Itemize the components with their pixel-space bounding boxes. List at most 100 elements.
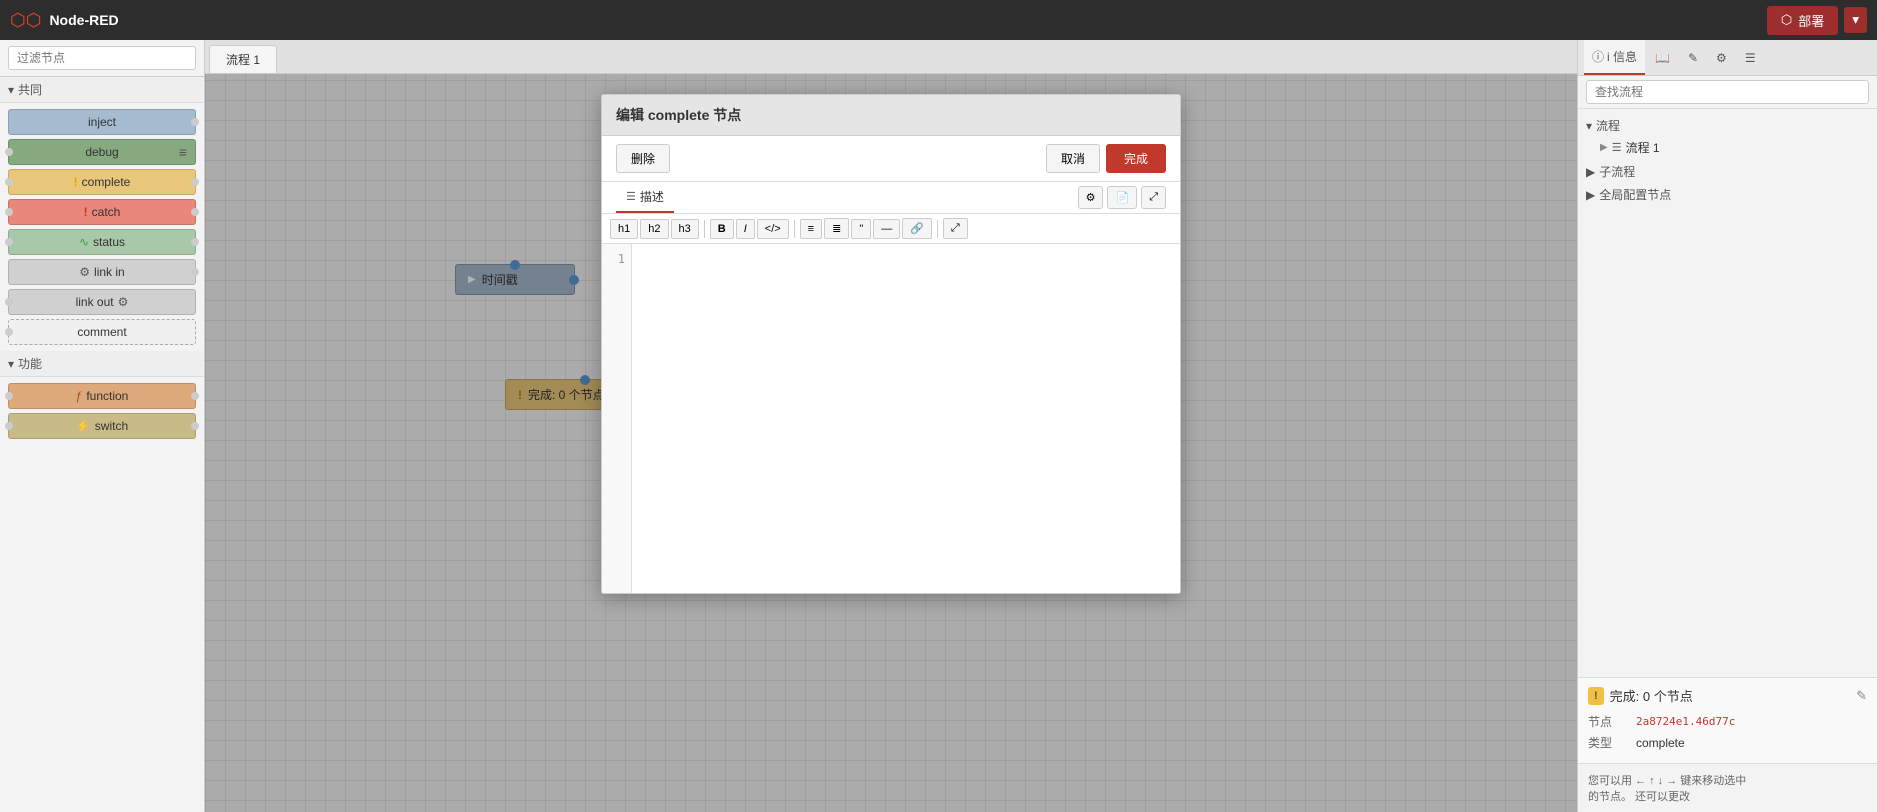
canvas-area[interactable]: 流程 1 ▶ 时间戳 ! 完成: 0 个节点 编辑 (205, 40, 1577, 812)
tree-flow1-label: 流程 1 (1626, 139, 1660, 156)
port-right-icon (191, 268, 199, 276)
gear-icon: ⚙ (1716, 51, 1727, 65)
port-left-icon (5, 298, 13, 306)
palette-node-link-in[interactable]: ⚙ link in (8, 259, 196, 285)
right-tab-info[interactable]: ⓘ i 信息 (1584, 40, 1645, 75)
editor-textarea[interactable] (632, 244, 1180, 593)
info-node-id-value: 2a8724e1.46d77c (1636, 715, 1735, 728)
category-common[interactable]: ▾ 共同 (0, 77, 204, 103)
tree-item-flow1[interactable]: ▶ ☰ 流程 1 (1578, 136, 1877, 159)
right-panel-search (1578, 76, 1877, 109)
node-debug-label: debug (85, 145, 118, 159)
toolbar-bold-button[interactable]: B (710, 219, 734, 239)
flow-icon: ☰ (1612, 141, 1622, 154)
document-icon: ☰ (626, 190, 636, 203)
complete-warning-icon: ! (74, 175, 78, 189)
tree-arrow-global: ▶ (1586, 188, 1595, 202)
right-panel-tree: ▾ 流程 ▶ ☰ 流程 1 ▶ 子流程 ▶ 全局配置节点 (1578, 109, 1877, 677)
palette-node-debug[interactable]: debug ≡ (8, 139, 196, 165)
node-status-label: status (93, 235, 125, 249)
info-type-label: 类型 (1588, 734, 1628, 751)
topbar: ⬡⬡ Node-RED ⬡ 部署 ▾ (0, 0, 1877, 40)
palette-node-switch[interactable]: ⚡ switch (8, 413, 196, 439)
right-tab-gear[interactable]: ⚙ (1708, 43, 1735, 73)
node-inject-label: inject (88, 115, 116, 129)
tab-flow1[interactable]: 流程 1 (209, 45, 277, 73)
dialog-tab-describe-label: 描述 (640, 188, 664, 205)
toolbar-hr-button[interactable]: — (873, 219, 900, 239)
port-right-icon (191, 178, 199, 186)
toolbar-ol-button[interactable]: ≣ (824, 218, 849, 239)
toolbar-quote-button[interactable]: " (851, 219, 871, 239)
book-icon: 📖 (1655, 51, 1670, 65)
category-function[interactable]: ▾ 功能 (0, 351, 204, 377)
settings-gear-button[interactable]: ⚙ (1078, 186, 1104, 209)
function-icon: ƒ (76, 389, 83, 403)
right-panel-tabs: ⓘ i 信息 📖 ✎ ⚙ ☰ (1578, 40, 1877, 76)
toolbar-code-button[interactable]: </> (757, 219, 789, 239)
delete-button[interactable]: 删除 (616, 144, 670, 173)
chevron-down-icon: ▾ (1852, 12, 1859, 27)
settings-doc-button[interactable]: 📄 (1107, 186, 1137, 209)
status-wave-icon: ∿ (79, 235, 89, 249)
deploy-button[interactable]: ⬡ 部署 (1767, 6, 1838, 35)
deploy-dropdown-button[interactable]: ▾ (1844, 7, 1867, 33)
dialog-tab-describe[interactable]: ☰ 描述 (616, 182, 674, 213)
node-link-in-label: link in (94, 265, 125, 279)
settings-expand-button[interactable]: ⤢ (1141, 186, 1166, 209)
toolbar-h2-button[interactable]: h2 (640, 219, 668, 239)
palette-node-link-out[interactable]: link out ⚙ (8, 289, 196, 315)
cancel-button[interactable]: 取消 (1046, 144, 1100, 173)
port-left-icon (5, 148, 13, 156)
palette-node-complete[interactable]: ! complete (8, 169, 196, 195)
node-switch-label: switch (95, 419, 128, 433)
dialog-title: 编辑 complete 节点 (616, 105, 741, 125)
info-icon: ⓘ (1592, 48, 1604, 65)
right-tab-list[interactable]: ☰ (1737, 43, 1764, 73)
tab-bar: 流程 1 (205, 40, 1577, 74)
toolbar-h3-button[interactable]: h3 (671, 219, 699, 239)
category-common-label: 共同 (18, 81, 42, 98)
complete-button[interactable]: 完成 (1106, 144, 1166, 173)
info-node-badge: ! (1588, 687, 1604, 705)
tree-section-subflows[interactable]: ▶ 子流程 (1578, 159, 1877, 182)
app-title: Node-RED (49, 12, 118, 28)
palette-node-inject[interactable]: inject (8, 109, 196, 135)
tree-section-flows[interactable]: ▾ 流程 (1578, 113, 1877, 136)
node-comment-label: comment (77, 325, 126, 339)
toolbar-ul-button[interactable]: ≡ (800, 219, 822, 239)
right-tab-info-label: i 信息 (1607, 48, 1637, 65)
toolbar-link-button[interactable]: 🔗 (902, 218, 932, 239)
palette-search-input[interactable] (8, 46, 196, 70)
tree-arrow-flow1: ▶ (1600, 142, 1608, 153)
pencil-icon: ✎ (1688, 51, 1698, 65)
category-function-nodes: ƒ function ⚡ switch (0, 377, 204, 445)
right-bottom: 您可以用 ← ↑ ↓ → 键来移动选中 的节点。 还可以更改 (1578, 763, 1877, 812)
right-info-panel: ! 完成: 0 个节点 ✎ 节点 2a8724e1.46d77c 类型 comp… (1578, 677, 1877, 763)
right-panel-search-input[interactable] (1586, 80, 1869, 104)
toolbar-italic-button[interactable]: I (736, 219, 755, 239)
tree-arrow-flows: ▾ (1586, 119, 1592, 133)
tree-section-global[interactable]: ▶ 全局配置节点 (1578, 182, 1877, 205)
palette-node-function[interactable]: ƒ function (8, 383, 196, 409)
toolbar-h1-button[interactable]: h1 (610, 219, 638, 239)
palette-node-comment[interactable]: comment (8, 319, 196, 345)
info-edit-icon[interactable]: ✎ (1856, 688, 1867, 704)
right-tab-pencil[interactable]: ✎ (1680, 43, 1706, 73)
link-out-icon: ⚙ (118, 295, 129, 309)
info-type-value: complete (1636, 736, 1685, 750)
chevron-down-icon: ▾ (8, 83, 14, 97)
debug-icon: ≡ (179, 144, 187, 160)
chevron-down-icon: ▾ (8, 357, 14, 371)
port-right-icon (191, 208, 199, 216)
deploy-icon: ⬡ (1781, 12, 1792, 28)
right-bottom-sub: 的节点。 还可以更改 (1588, 788, 1867, 804)
palette-search-area (0, 40, 204, 77)
canvas-content[interactable]: ▶ 时间戳 ! 完成: 0 个节点 编辑 complete 节点 (205, 74, 1577, 812)
palette-node-catch[interactable]: ! catch (8, 199, 196, 225)
right-tab-book[interactable]: 📖 (1647, 43, 1678, 73)
node-red-logo: ⬡⬡ (10, 10, 41, 31)
port-right-icon (191, 422, 199, 430)
toolbar-expand-button[interactable]: ⤢ (943, 218, 968, 239)
palette-node-status[interactable]: ∿ status (8, 229, 196, 255)
